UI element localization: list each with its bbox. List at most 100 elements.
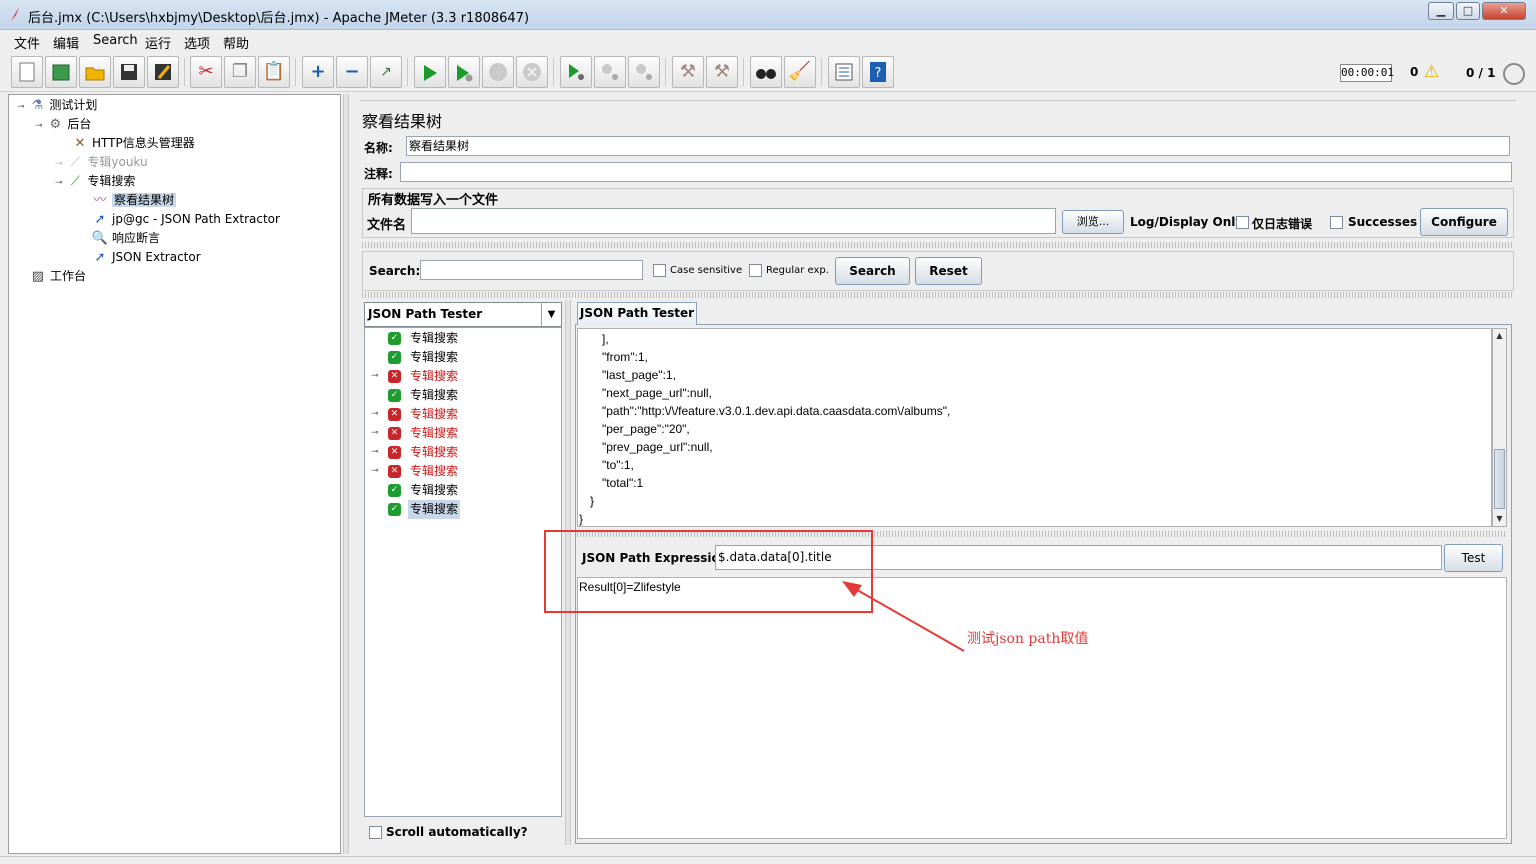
tree-item-youku-sampler[interactable]: ⊸ ⟋ 专辑youku	[55, 153, 148, 171]
save-as-icon[interactable]	[147, 56, 179, 88]
browse-button[interactable]: 浏览...	[1062, 210, 1124, 234]
successes-checkbox[interactable]	[1330, 216, 1343, 229]
list-item[interactable]: ⊸ ✕ 专辑搜索	[365, 367, 561, 386]
search-input[interactable]	[420, 260, 643, 280]
tree-item-test-plan[interactable]: ⊸ ⚗ 测试计划	[17, 96, 97, 114]
maximize-button[interactable]: □	[1456, 2, 1480, 20]
paste-icon[interactable]: 📋	[258, 56, 290, 88]
warning-icon[interactable]: ⚠	[1424, 62, 1439, 82]
cut-icon[interactable]: ✂	[190, 56, 222, 88]
remote-stop-icon[interactable]	[594, 56, 626, 88]
tree-item-label: 后台	[67, 117, 92, 131]
templates-icon[interactable]	[45, 56, 77, 88]
annotation-text: 测试json path取值	[967, 631, 1089, 647]
tree-item-json-extractor[interactable]: ➚ JSON Extractor	[91, 248, 201, 266]
menu-run[interactable]: 运行	[145, 33, 171, 52]
extractor-icon: ➚	[94, 250, 106, 265]
list-item[interactable]: ⊸ ✕ 专辑搜索	[365, 462, 561, 481]
list-item[interactable]: ⊸ ✕ 专辑搜索	[365, 405, 561, 424]
clear-all-icon[interactable]: ⚒	[706, 56, 738, 88]
test-plan-icon: ⚗	[31, 98, 44, 113]
menu-help[interactable]: 帮助	[223, 33, 249, 52]
shutdown-icon[interactable]	[516, 56, 548, 88]
comment-field[interactable]	[400, 162, 1512, 182]
start-icon[interactable]	[414, 56, 446, 88]
split-handle[interactable]	[362, 292, 1512, 298]
stop-icon[interactable]	[482, 56, 514, 88]
scroll-thumb[interactable]	[1494, 449, 1505, 509]
successes-label: Successes	[1348, 215, 1418, 229]
menu-search[interactable]: Search	[93, 33, 138, 48]
list-item[interactable]: ⊸ ✕ 专辑搜索	[365, 424, 561, 443]
expand-handle-icon[interactable]: ⊸	[371, 367, 381, 386]
list-item[interactable]: ✓ 专辑搜索	[365, 481, 561, 500]
errors-only-checkbox[interactable]	[1236, 216, 1249, 229]
list-item-selected[interactable]: ✓ 专辑搜索	[365, 500, 561, 519]
failure-shield-icon: ✕	[388, 408, 401, 421]
tree-item-thread-group[interactable]: ⊸ ⚙ 后台	[35, 115, 91, 133]
response-scrollbar[interactable]: ▲ ▼	[1492, 328, 1507, 527]
scroll-down-icon[interactable]: ▼	[1493, 512, 1506, 526]
renderer-dropdown[interactable]: JSON Path Tester ▼	[364, 302, 562, 327]
expand-icon[interactable]: +	[302, 56, 334, 88]
menu-file[interactable]: 文件	[14, 33, 40, 52]
list-item-label: 专辑搜索	[408, 500, 461, 519]
search-button[interactable]: Search	[835, 257, 910, 285]
active-threads: 0 / 1	[1466, 66, 1496, 80]
pane-splitter[interactable]	[343, 94, 349, 854]
tree-item-workbench[interactable]: ▨ 工作台	[29, 267, 86, 285]
split-handle[interactable]	[362, 242, 1512, 248]
help-icon[interactable]: ?	[862, 56, 894, 88]
list-item[interactable]: ✓ 专辑搜索	[365, 329, 561, 348]
error-count: 0	[1410, 65, 1419, 79]
expand-handle-icon[interactable]: ⊸	[371, 424, 381, 443]
tree-item-jp-extractor[interactable]: ➚ jp@gc - JSON Path Extractor	[91, 210, 280, 228]
filename-field[interactable]	[411, 208, 1056, 234]
remote-exit-icon[interactable]	[628, 56, 660, 88]
tree-item-view-results[interactable]: 〰察看结果树	[91, 191, 177, 209]
tree-item-label: 察看结果树	[112, 193, 177, 207]
code-line: "last_page":1,	[602, 368, 676, 382]
regex-checkbox[interactable]	[749, 264, 762, 277]
expand-handle-icon[interactable]: ⊸	[371, 462, 381, 481]
configure-button[interactable]: Configure	[1420, 208, 1508, 236]
menu-options[interactable]: 选项	[184, 33, 210, 52]
list-item[interactable]: ✓ 专辑搜索	[365, 386, 561, 405]
toolbar-separator	[665, 58, 666, 86]
expand-handle-icon[interactable]: ⊸	[371, 405, 381, 424]
search-binoculars-icon[interactable]	[750, 56, 782, 88]
collapse-icon[interactable]: −	[336, 56, 368, 88]
reset-search-broom-icon[interactable]: 🧹	[784, 56, 816, 88]
highlight-annotation-box	[544, 530, 873, 613]
list-item[interactable]: ⊸ ✕ 专辑搜索	[365, 443, 561, 462]
name-field[interactable]: 察看结果树	[406, 136, 1510, 156]
tree-item-search-sampler[interactable]: ⊸ ⟋ 专辑搜索	[55, 172, 135, 190]
expand-handle-icon[interactable]: ⊸	[371, 443, 381, 462]
remote-start-icon[interactable]	[560, 56, 592, 88]
save-icon[interactable]	[113, 56, 145, 88]
minimize-button[interactable]: ▁	[1428, 2, 1454, 20]
new-icon[interactable]	[11, 56, 43, 88]
annotation-arrow	[842, 581, 965, 652]
menu-edit[interactable]: 编辑	[53, 33, 79, 52]
close-button[interactable]: ✕	[1482, 2, 1526, 20]
open-icon[interactable]	[79, 56, 111, 88]
copy-icon[interactable]: ❐	[224, 56, 256, 88]
tree-item-header-manager[interactable]: ✕ HTTP信息头管理器	[71, 134, 195, 152]
test-button[interactable]: Test	[1444, 544, 1503, 572]
tree-item-response-assertion[interactable]: 🔍 响应断言	[91, 229, 160, 247]
case-sensitive-checkbox[interactable]	[653, 264, 666, 277]
list-item[interactable]: ✓ 专辑搜索	[365, 348, 561, 367]
response-body[interactable]: ], "from":1, "last_page":1, "next_page_u…	[577, 328, 1492, 527]
name-label: 名称:	[364, 141, 393, 155]
panel-divider	[360, 100, 1516, 101]
start-no-pause-icon[interactable]	[448, 56, 480, 88]
scroll-auto-checkbox[interactable]	[369, 826, 382, 839]
clear-icon[interactable]: ⚒	[672, 56, 704, 88]
result-output[interactable]: Result[0]=Zlifestyle	[577, 577, 1507, 839]
reset-button[interactable]: Reset	[915, 257, 982, 285]
tab-json-path-tester[interactable]: JSON Path Tester	[577, 302, 697, 325]
scroll-up-icon[interactable]: ▲	[1493, 329, 1506, 343]
toggle-icon[interactable]: ↗	[370, 56, 402, 88]
function-helper-icon[interactable]	[828, 56, 860, 88]
